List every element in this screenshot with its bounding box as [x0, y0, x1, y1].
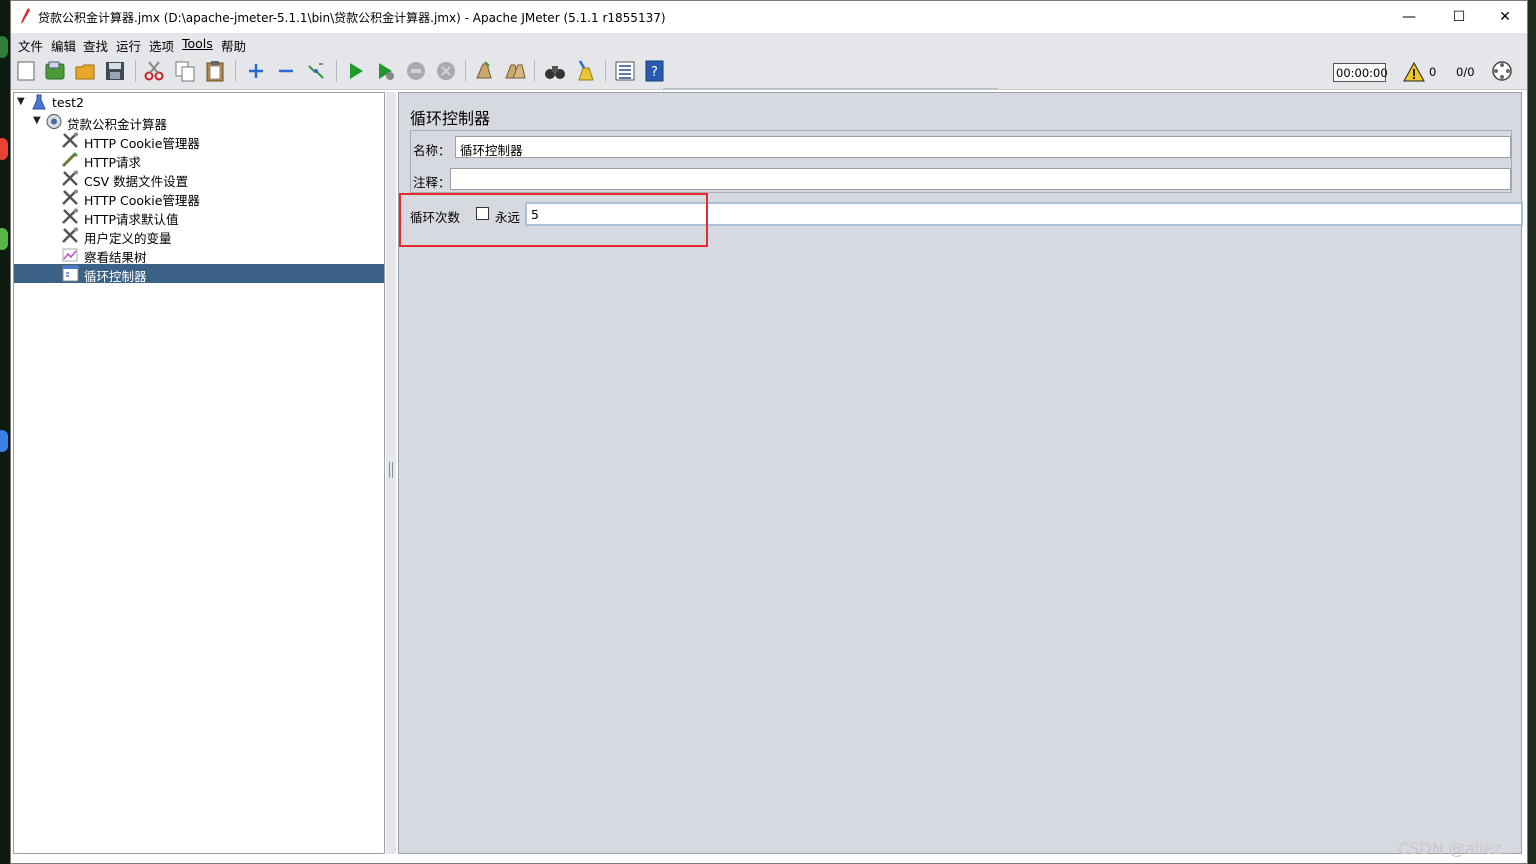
minimize-button[interactable]: — — [1386, 1, 1432, 33]
splitter-grip-icon[interactable] — [389, 462, 393, 478]
new-icon[interactable] — [15, 60, 37, 82]
config-element-icon — [62, 189, 78, 205]
test-plan-tree[interactable]: ▼ test2 ▼ 贷款公积金计算器 HTTP Cookie管理器 HTTP请求… — [13, 92, 385, 854]
clear-icon[interactable] — [473, 60, 495, 82]
warning-icon[interactable] — [1403, 61, 1425, 83]
listener-icon — [62, 248, 78, 262]
page-title: 循环控制器 — [410, 109, 491, 128]
config-element-icon — [62, 227, 78, 243]
tree-item-http-defaults[interactable]: HTTP请求默认值 — [14, 207, 384, 227]
name-label: 名称： — [413, 143, 451, 158]
menu-file[interactable]: 文件 — [18, 36, 43, 55]
panel-splitter[interactable] — [386, 92, 396, 854]
tree-item-http-request[interactable]: HTTP请求 — [14, 150, 384, 170]
shutdown-icon[interactable] — [435, 60, 457, 82]
watermark: CSDN @aliez.. — [1398, 839, 1512, 858]
warning-count: 0 — [1429, 65, 1437, 79]
tree-item-results-tree[interactable]: 察看结果树 — [14, 245, 384, 265]
tree-item-cookie-manager[interactable]: HTTP Cookie管理器 — [14, 131, 384, 151]
open-icon[interactable] — [74, 60, 96, 82]
elapsed-timer: 00:00:00 — [1333, 63, 1388, 82]
loop-count-label: 循环次数 — [410, 210, 461, 225]
tree-item-loop-controller[interactable]: 循环控制器 — [14, 264, 384, 284]
tree-item-cookie-manager[interactable]: HTTP Cookie管理器 — [14, 188, 384, 208]
clear-all-icon[interactable] — [504, 60, 526, 82]
paste-icon[interactable] — [204, 60, 226, 82]
toolbar: ? 00:00:00 0 0/0 — [11, 54, 1527, 90]
menu-options[interactable]: 选项 — [149, 36, 174, 55]
forever-label: 永远 — [495, 210, 521, 225]
menu-edit[interactable]: 编辑 — [51, 36, 76, 55]
active-thread-count: 0/0 — [1456, 65, 1475, 79]
templates-icon[interactable] — [44, 60, 66, 82]
save-icon[interactable] — [104, 60, 126, 82]
expand-icon[interactable] — [245, 60, 267, 82]
desktop-edge — [0, 0, 10, 864]
comment-field[interactable] — [450, 168, 1511, 190]
config-element-icon — [62, 170, 78, 186]
reset-search-icon[interactable] — [574, 60, 596, 82]
toggle-icon[interactable] — [305, 60, 327, 82]
search-icon[interactable] — [544, 60, 566, 82]
test-plan-icon — [32, 94, 46, 110]
menu-bar: 文件 编辑 查找 运行 选项 Tools 帮助 — [11, 33, 1527, 54]
svg-text:?: ? — [651, 65, 658, 80]
comment-label: 注释： — [413, 175, 451, 190]
start-no-pause-icon[interactable] — [375, 60, 397, 82]
desktop-browser-icon — [0, 138, 8, 160]
loop-controller-panel: 循环控制器 名称： 循环控制器 注释： 循环次数 永远 5 — [398, 92, 1523, 854]
thread-group-icon — [46, 114, 62, 129]
logic-controller-icon — [62, 265, 79, 282]
tree-item-csv-data-set[interactable]: CSV 数据文件设置 — [14, 169, 384, 189]
menu-run[interactable]: 运行 — [116, 36, 141, 55]
config-element-icon — [62, 132, 78, 148]
menu-help[interactable]: 帮助 — [221, 36, 246, 55]
remote-status-icon[interactable] — [1491, 60, 1513, 82]
tree-item-thread-group[interactable]: ▼ 贷款公积金计算器 — [14, 112, 384, 132]
collapse-arrow-icon[interactable]: ▼ — [17, 96, 27, 107]
jmeter-window: 贷款公积金计算器.jmx (D:\apache-jmeter-5.1.1\bin… — [10, 0, 1528, 864]
copy-icon[interactable] — [174, 60, 196, 82]
sampler-icon — [61, 152, 78, 168]
config-element-icon — [62, 208, 78, 224]
desktop-app-icon — [0, 430, 8, 452]
collapse-icon[interactable] — [275, 60, 297, 82]
collapse-arrow-icon[interactable]: ▼ — [33, 115, 43, 126]
forever-checkbox[interactable] — [476, 207, 489, 220]
menu-tools[interactable]: Tools — [182, 36, 213, 51]
jmeter-feather-icon — [21, 8, 30, 24]
start-icon[interactable] — [345, 60, 367, 82]
tree-item-test-plan[interactable]: ▼ test2 — [14, 93, 384, 112]
help-icon[interactable]: ? — [644, 60, 666, 82]
name-field[interactable]: 循环控制器 — [455, 136, 1511, 158]
cut-icon[interactable] — [143, 60, 165, 82]
stop-icon[interactable] — [405, 60, 427, 82]
desktop-app-icon — [0, 228, 8, 250]
name-comment-group: 名称： 循环控制器 注释： — [410, 130, 1512, 193]
loop-count-input[interactable]: 5 — [525, 202, 1523, 226]
menu-search[interactable]: 查找 — [83, 36, 108, 55]
maximize-button[interactable]: ☐ — [1436, 1, 1482, 33]
function-helper-icon[interactable] — [614, 60, 636, 82]
window-title: 贷款公积金计算器.jmx (D:\apache-jmeter-5.1.1\bin… — [38, 11, 666, 25]
close-button[interactable]: ✕ — [1482, 1, 1528, 33]
tree-item-user-variables[interactable]: 用户定义的变量 — [14, 226, 384, 246]
desktop-app-icon — [0, 36, 8, 58]
title-bar: 贷款公积金计算器.jmx (D:\apache-jmeter-5.1.1\bin… — [11, 1, 1527, 33]
